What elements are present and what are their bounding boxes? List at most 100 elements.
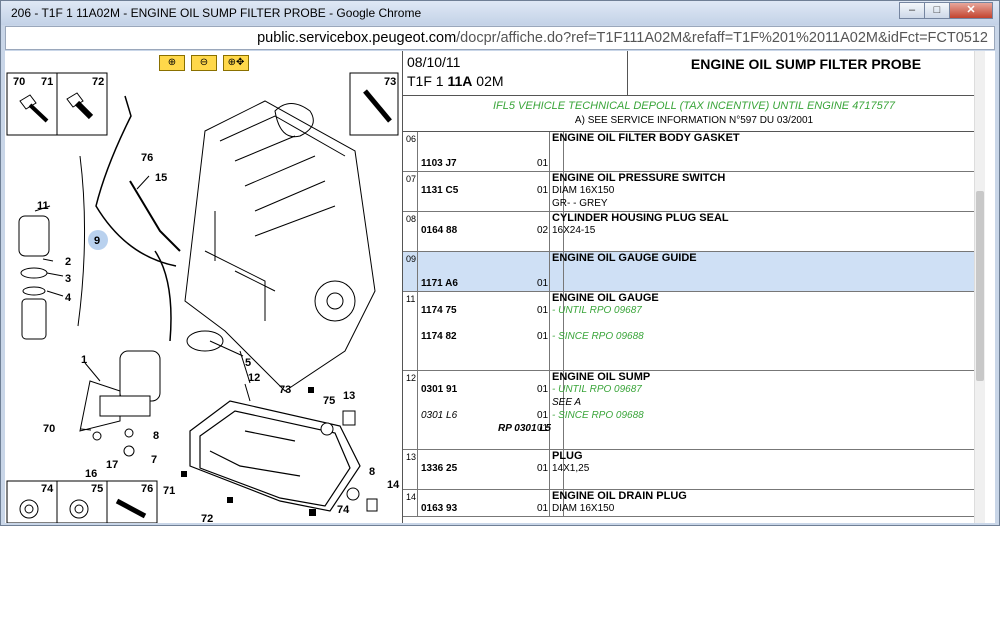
callout-71b: 71 (163, 485, 175, 497)
column-divider (417, 490, 418, 516)
part-description: ENGINE OIL GAUGE (552, 292, 659, 304)
part-reference[interactable]: 1103 J7 (421, 158, 531, 169)
callout-5: 5 (245, 357, 251, 369)
callout-8b: 8 (369, 466, 375, 478)
part-quantity: 01 (537, 185, 549, 196)
part-quantity: 01 (537, 463, 549, 474)
callout-76: 76 (141, 152, 153, 164)
table-row[interactable]: 06 ENGINE OIL FILTER BODY GASKET 1103 J7 01 (403, 132, 985, 172)
url-host: public.servicebox.peugeot.com (257, 30, 457, 46)
filter-housing (79, 350, 161, 432)
part-description: - UNTIL RPO 09687 (552, 384, 642, 395)
part-quantity: 01 (537, 278, 549, 289)
table-row[interactable]: 12 ENGINE OIL SUMP 0301 91 01- UNTIL RPO 09… (403, 371, 985, 450)
table-row[interactable]: 07 ENGINE OIL PRESSURE SWITCH 1131 C5 01 DIA… (403, 172, 985, 212)
callout-3: 3 (65, 273, 71, 285)
part-quantity: 01 (537, 410, 549, 421)
column-divider (417, 292, 418, 370)
callout-box-74: 74 (41, 483, 54, 495)
column-divider (417, 371, 418, 449)
table-row[interactable]: 14 ENGINE OIL DRAIN PLUG 0163 93 01 DIAM 16X… (403, 490, 985, 517)
part-description: SEE A (552, 397, 582, 408)
column-divider (417, 252, 418, 291)
callout-70b: 70 (43, 423, 55, 435)
header-ref-prefix: T1F 1 (407, 73, 448, 89)
note-service-info: A) SEE SERVICE INFORMATION N°597 DU 03/2… (574, 115, 814, 126)
part-reference[interactable]: 1174 75 (421, 305, 531, 316)
column-divider (417, 132, 418, 171)
callout-12: 12 (248, 372, 260, 384)
row-number: 13 (406, 452, 417, 462)
part-reference[interactable]: 1174 82 (421, 331, 531, 342)
part-description: DIAM 16X150 (552, 503, 615, 514)
zoom-in-icon[interactable]: ⊕ (159, 55, 185, 71)
part-quantity: 01 (537, 305, 549, 316)
part-reference[interactable]: 1171 A6 (421, 278, 531, 289)
row-number: 11 (406, 294, 416, 304)
part-description: ENGINE OIL GAUGE GUIDE (552, 252, 697, 264)
part-quantity: 01 (537, 503, 549, 514)
callout-box-76: 76 (141, 483, 153, 495)
callout-1: 1 (81, 354, 87, 366)
callout-73: 73 (384, 76, 396, 88)
gasket-5 (186, 330, 224, 352)
part-reference[interactable]: 0301 91 (421, 384, 531, 395)
washer-icon (19, 498, 147, 519)
callout-75: 75 (323, 395, 335, 407)
callout-11: 11 (37, 200, 49, 212)
part-reference[interactable]: 1336 25 (421, 463, 531, 474)
part-quantity: 01 (537, 384, 549, 395)
scroll-thumb[interactable] (976, 191, 984, 381)
row-number: 06 (406, 134, 417, 144)
part-reference[interactable]: 1131 C5 (421, 185, 531, 196)
part-description: ENGINE OIL SUMP (552, 371, 651, 383)
callout-72b: 72 (201, 513, 213, 523)
part-reference[interactable]: 0164 88 (421, 225, 531, 236)
callout-8: 8 (153, 430, 159, 442)
row-number: 14 (406, 492, 417, 502)
part-description: DIAM 16X150 (552, 185, 615, 196)
table-row[interactable]: 11 ENGINE OIL GAUGE 1174 75 01- UNTIL RPO 0… (403, 292, 985, 371)
parts-table: 06 ENGINE OIL FILTER BODY GASKET 1103 J7 01… (403, 132, 985, 517)
callout-72: 72 (92, 76, 104, 88)
scrollbar[interactable] (974, 51, 985, 523)
engine-block (184, 100, 376, 392)
header-ref-bold: 11A (447, 73, 473, 89)
callout-14: 14 (387, 479, 400, 491)
notes-block: IFL5 VEHICLE TECHNICAL DEPOLL (TAX INCEN… (403, 96, 985, 132)
callout-73b: 73 (279, 384, 291, 396)
close-button[interactable]: ✕ (949, 2, 993, 19)
callout-box-75: 75 (91, 483, 103, 495)
exploded-diagram: 70 71 72 73 76 15 11 9 2 3 4 1 5 12 73 7… (6, 72, 400, 523)
part-reference[interactable]: 0163 93 (421, 503, 531, 514)
header-ref-cell: 08/10/11 T1F 1 11A 02M (403, 51, 628, 95)
title-bar: 206 - T1F 1 11A02M - ENGINE OIL SUMP FIL… (1, 1, 999, 25)
table-row[interactable]: 09 ENGINE OIL GAUGE GUIDE 1171 A6 01 (403, 252, 985, 292)
part-description: GR- - GREY (552, 198, 608, 209)
part-description: ENGINE OIL DRAIN PLUG (552, 490, 687, 502)
sump-bolts (181, 387, 316, 516)
zoom-fit-icon[interactable]: ⊕✥ (223, 55, 249, 71)
oil-filter (18, 215, 50, 340)
callout-70: 70 (13, 76, 25, 88)
zoom-out-icon[interactable]: ⊖ (191, 55, 217, 71)
column-divider (417, 450, 418, 489)
callout-17: 17 (106, 459, 118, 471)
part-description: ENGINE OIL FILTER BODY GASKET (552, 132, 740, 144)
minimize-button[interactable]: – (899, 2, 925, 19)
row-number: 08 (406, 214, 417, 224)
diagram-pane: 70 71 72 73 76 15 11 9 2 3 4 1 5 12 73 7… (5, 51, 403, 523)
header-date: 08/10/11 (407, 54, 461, 70)
oil-gauge-tube (77, 95, 181, 342)
table-row[interactable]: 08 CYLINDER HOUSING PLUG SEAL 0164 88 02 16X… (403, 212, 985, 252)
header-ref: T1F 1 11A 02M (407, 73, 504, 89)
address-bar[interactable]: public.servicebox.peugeot.com/docpr/affi… (5, 26, 995, 50)
table-row[interactable]: 13 PLUG 1336 25 01 14X1,25 (403, 450, 985, 490)
part-quantity: 01 (537, 158, 549, 169)
column-divider (417, 212, 418, 251)
maximize-button[interactable]: □ (924, 2, 950, 19)
part-description: 14X1,25 (552, 463, 590, 474)
part-reference[interactable]: 0301 L6 (421, 410, 531, 421)
url-text: public.servicebox.peugeot.com/docpr/affi… (6, 30, 988, 46)
bolt-icon (19, 89, 392, 123)
